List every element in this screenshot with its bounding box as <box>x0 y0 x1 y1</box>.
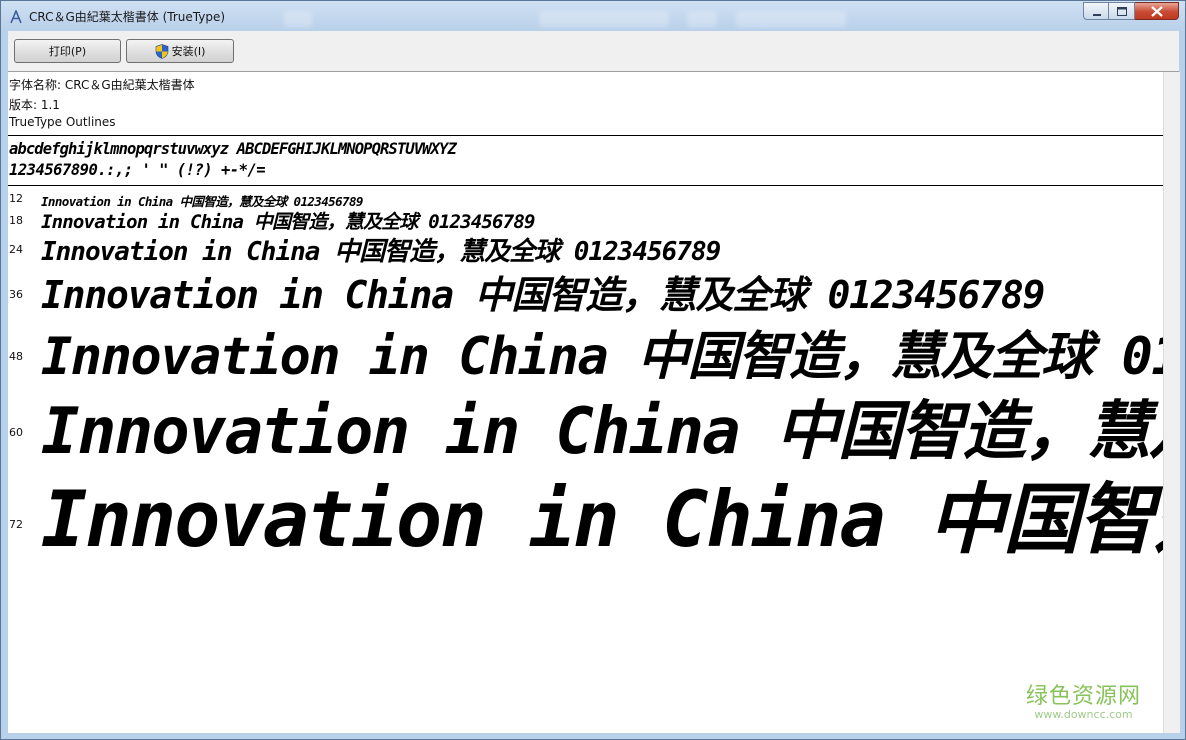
divider <box>8 185 1163 186</box>
size-label: 12 <box>9 192 23 205</box>
font-outline-type: TrueType Outlines <box>9 115 116 129</box>
toolbar: 打印(P) 安装(I) <box>8 31 1179 72</box>
maximize-button[interactable] <box>1109 2 1135 20</box>
font-preview-area[interactable]: 字体名称: CRC＆G由紀葉太楷書体 版本: 1.1 TrueType Outl… <box>8 72 1163 733</box>
minimize-button[interactable] <box>1083 2 1109 20</box>
divider <box>8 135 1163 136</box>
size-sample-text: Innovation in China 中国智造，慧及全球 0123456789 <box>41 237 721 267</box>
size-sample-row: 36 Innovation in China 中国智造，慧及全球 0123456… <box>8 264 1163 317</box>
size-label: 24 <box>9 243 23 256</box>
size-sample-row: 24 Innovation in China 中国智造，慧及全球 0123456… <box>8 231 1163 267</box>
size-sample-row: 60 Innovation in China 中国智造，慧及全球 0123456… <box>8 380 1163 469</box>
print-button[interactable]: 打印(P) <box>14 39 121 63</box>
size-sample-row: 72 Innovation in China 中国智造，慧及全球 0123456… <box>8 458 1163 565</box>
size-sample-row: 18 Innovation in China 中国智造，慧及全球 0123456… <box>8 207 1163 233</box>
title-bar[interactable]: CRC＆G由紀葉太楷書体 (TrueType) <box>1 1 1185 31</box>
size-label: 60 <box>9 426 23 439</box>
size-label: 36 <box>9 288 23 301</box>
window-controls <box>1083 2 1179 22</box>
font-name-line: 字体名称: CRC＆G由紀葉太楷書体 <box>9 78 195 92</box>
blurred-background <box>539 11 669 27</box>
charset-line-digits: 1234567890.:,; ' " (!?) +-*/= <box>9 161 266 179</box>
font-version-line: 版本: 1.1 <box>9 98 60 112</box>
charset-line-letters: abcdefghijklmnopqrstuvwxyz ABCDEFGHIJKLM… <box>9 140 457 158</box>
window-title: CRC＆G由紀葉太楷書体 (TrueType) <box>29 10 226 24</box>
size-sample-text: Innovation in China 中国智造，慧及全球 0123456789 <box>41 476 1163 565</box>
blurred-background <box>284 11 312 27</box>
close-button[interactable] <box>1135 2 1179 20</box>
size-sample-row: 12 Innovation in China 中国智造，慧及全球 0123456… <box>8 189 1163 209</box>
size-sample-row: 48 Innovation in China 中国智造，慧及全球 0123456… <box>8 314 1163 387</box>
font-app-icon <box>9 8 23 24</box>
size-sample-text: Innovation in China 中国智造，慧及全球 0123456789 <box>41 211 535 233</box>
watermark: 绿色资源网 www.downcc.com <box>1026 678 1141 721</box>
size-label: 72 <box>9 518 23 531</box>
size-sample-text: Innovation in China 中国智造，慧及全球 0123456789 <box>41 327 1163 387</box>
size-label: 18 <box>9 214 23 227</box>
vertical-scrollbar[interactable] <box>1163 72 1180 733</box>
print-button-label: 打印(P) <box>48 45 87 58</box>
blurred-background <box>687 11 717 27</box>
uac-shield-icon <box>155 43 168 59</box>
maximize-icon <box>1117 7 1127 16</box>
close-icon <box>1151 6 1163 17</box>
watermark-url: www.downcc.com <box>1034 708 1133 721</box>
watermark-text: 绿色资源网 <box>1025 684 1141 709</box>
install-button-label: 安装(I) <box>171 45 206 58</box>
size-sample-text: Innovation in China 中国智造，慧及全球 0123456789 <box>41 273 1045 317</box>
size-label: 48 <box>9 350 23 363</box>
minimize-icon <box>1093 14 1101 16</box>
install-button[interactable]: 安装(I) <box>126 39 234 63</box>
blurred-background <box>736 11 846 27</box>
font-viewer-window: CRC＆G由紀葉太楷書体 (TrueType) 打印(P) 安装(I) 字体名称… <box>0 0 1186 740</box>
